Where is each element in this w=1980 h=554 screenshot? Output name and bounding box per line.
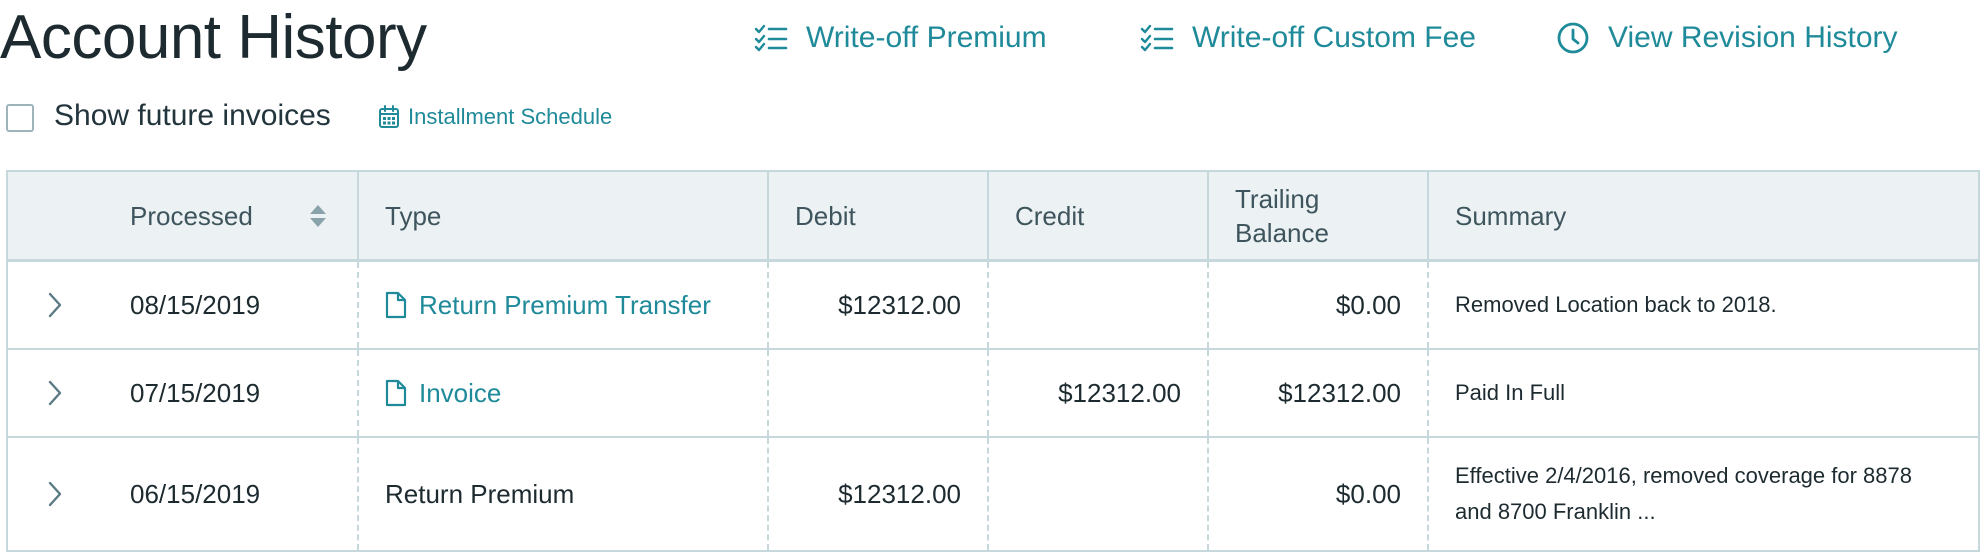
cell-trailing-balance: $0.00 — [1207, 438, 1427, 550]
cell-credit — [987, 262, 1207, 348]
chevron-right-icon[interactable] — [48, 292, 62, 318]
header-type: Type — [357, 172, 767, 259]
table-row: 07/15/2019 Invoice $12312.00 $12312.00 P… — [8, 350, 1978, 438]
view-revision-history-button[interactable]: View Revision History — [1556, 14, 1898, 62]
filter-row: Show future invoices Installment Schedul… — [0, 96, 1980, 136]
show-future-invoices-label[interactable]: Show future invoices — [54, 96, 331, 136]
document-icon — [385, 379, 407, 407]
cell-credit — [987, 438, 1207, 550]
write-off-custom-fee-button[interactable]: Write-off Custom Fee — [1140, 14, 1476, 62]
row-expand[interactable] — [8, 350, 108, 436]
cell-processed: 08/15/2019 — [130, 289, 261, 320]
cell-processed: 07/15/2019 — [130, 377, 261, 408]
write-off-premium-label: Write-off Premium — [806, 21, 1047, 54]
cell-credit: $12312.00 — [987, 350, 1207, 436]
cell-summary: Removed Location back to 2018. — [1427, 262, 1978, 348]
header-summary: Summary — [1427, 172, 1978, 259]
installment-schedule-link[interactable]: Installment Schedule — [378, 100, 612, 134]
calendar-icon — [379, 105, 399, 128]
toolbar: Write-off Premium Write-off Custom Fee V… — [0, 14, 1980, 62]
checklist-icon — [1140, 24, 1174, 52]
chevron-right-icon[interactable] — [48, 481, 62, 507]
view-revision-history-label: View Revision History — [1608, 21, 1898, 54]
cell-trailing-balance: $0.00 — [1207, 262, 1427, 348]
chevron-right-icon[interactable] — [48, 380, 62, 406]
table-row: 08/15/2019 Return Premium Transfer $1231… — [8, 262, 1978, 350]
type-link[interactable]: Return Premium Transfer — [385, 290, 711, 321]
header-processed-label: Processed — [130, 200, 253, 231]
table-row: 06/15/2019 Return Premium $12312.00 $0.0… — [8, 438, 1978, 552]
cell-trailing-balance: $12312.00 — [1207, 350, 1427, 436]
sort-icon[interactable] — [309, 203, 327, 229]
header-debit: Debit — [767, 172, 987, 259]
show-future-invoices-checkbox[interactable] — [6, 104, 34, 132]
clock-icon — [1557, 22, 1589, 54]
write-off-custom-fee-label: Write-off Custom Fee — [1192, 21, 1476, 54]
cell-type: Return Premium — [357, 438, 767, 550]
cell-processed: 06/15/2019 — [130, 478, 261, 509]
cell-debit: $12312.00 — [767, 262, 987, 348]
type-link-label: Return Premium Transfer — [419, 289, 711, 320]
header-trailing-balance-line2: Balance — [1235, 217, 1329, 248]
header-credit: Credit — [987, 172, 1207, 259]
table-header: Processed Type Debit Credit Trailing Bal… — [8, 172, 1978, 262]
header-processed[interactable]: Processed — [108, 172, 357, 259]
document-icon — [385, 291, 407, 319]
account-history-table: Processed Type Debit Credit Trailing Bal… — [6, 170, 1980, 552]
header-trailing-balance: Trailing Balance — [1207, 172, 1427, 259]
header-expand — [8, 172, 108, 259]
row-expand[interactable] — [8, 262, 108, 348]
cell-type: Return Premium Transfer — [357, 262, 767, 348]
cell-debit: $12312.00 — [767, 438, 987, 550]
cell-summary: Paid In Full — [1427, 350, 1978, 436]
cell-type: Invoice — [357, 350, 767, 436]
cell-summary: Effective 2/4/2016, removed coverage for… — [1427, 438, 1978, 550]
cell-debit — [767, 350, 987, 436]
installment-schedule-label: Installment Schedule — [408, 104, 613, 129]
header-trailing-balance-line1: Trailing — [1235, 183, 1320, 214]
write-off-premium-button[interactable]: Write-off Premium — [754, 14, 1047, 62]
checklist-icon — [754, 24, 788, 52]
type-link-label: Invoice — [419, 377, 502, 408]
row-expand[interactable] — [8, 438, 108, 550]
type-link[interactable]: Invoice — [385, 378, 501, 409]
